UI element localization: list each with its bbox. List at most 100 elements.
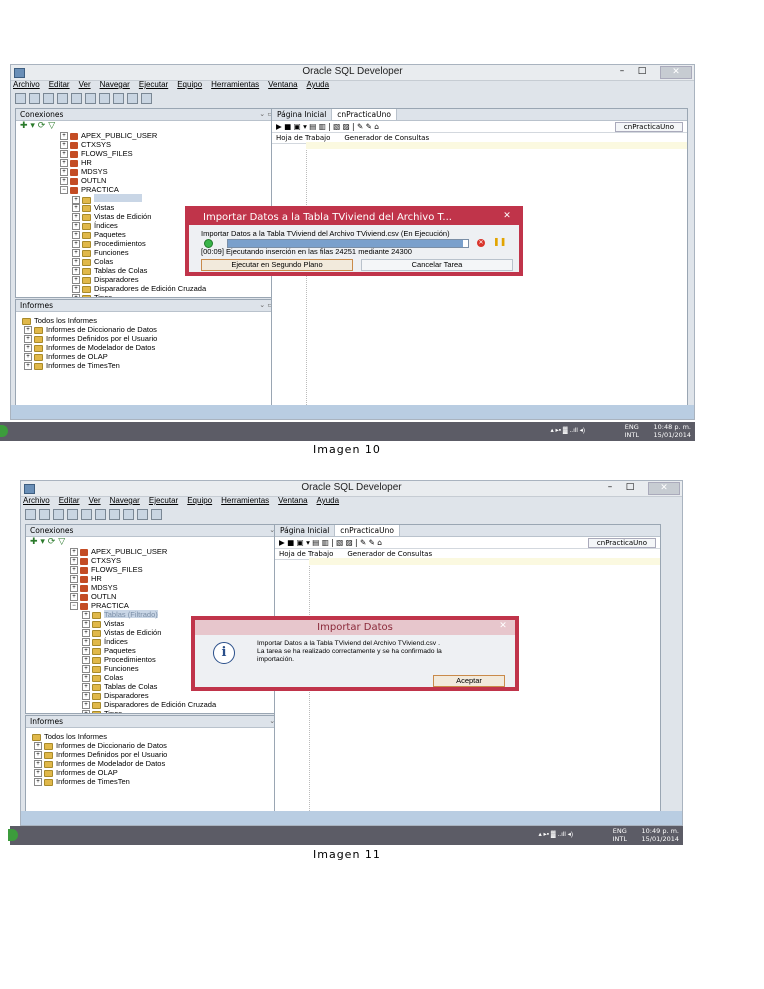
tab-connection[interactable]: cnPracticaUno (332, 109, 397, 120)
refresh-icon[interactable]: ⟳ (38, 121, 48, 131)
start-button[interactable] (0, 425, 8, 437)
expand-icon[interactable]: + (82, 611, 90, 620)
cancel-task-button[interactable]: Cancelar Tarea (361, 259, 513, 271)
tree-node[interactable]: + Disparadores de Edición Cruzada (16, 284, 278, 294)
tree-node[interactable]: + MDSYS (26, 583, 288, 593)
expand-icon[interactable]: + (72, 294, 80, 297)
tree-node[interactable]: + Informes de Modelador de Datos (26, 759, 288, 769)
expand-icon[interactable]: + (34, 769, 42, 778)
tree-node[interactable]: + Informes de TimesTen (16, 361, 278, 371)
cancel-icon[interactable]: ✕ (477, 239, 485, 247)
expand-icon[interactable]: + (72, 222, 80, 231)
tree-node[interactable]: + Informes de Diccionario de Datos (26, 741, 288, 751)
tree-node[interactable]: + Informes de Diccionario de Datos (16, 325, 278, 335)
tab-start-page[interactable]: Página Inicial (272, 109, 333, 120)
menu-item-ventana[interactable]: Ventana (278, 496, 307, 505)
tree-node[interactable]: + CTXSYS (26, 556, 288, 566)
expand-icon[interactable]: + (82, 692, 90, 701)
expand-icon[interactable]: + (70, 593, 78, 602)
tree-node[interactable]: + FLOWS_FILES (26, 565, 288, 575)
tree-node[interactable]: + Disparadores de Edición Cruzada (26, 700, 288, 710)
redo-icon[interactable] (85, 92, 96, 104)
minimize-button[interactable]: – (602, 482, 618, 493)
save-icon[interactable] (53, 508, 64, 520)
tab-connection[interactable]: cnPracticaUno (335, 525, 400, 536)
expand-icon[interactable]: + (82, 629, 90, 638)
expand-icon[interactable]: + (82, 710, 90, 713)
expand-icon[interactable]: + (82, 683, 90, 692)
expand-icon[interactable]: + (72, 267, 80, 276)
maximize-button[interactable]: □ (634, 66, 650, 77)
menu-item-ejecutar[interactable]: Ejecutar (149, 496, 178, 505)
tree-node[interactable]: + CTXSYS (16, 140, 278, 150)
subtab-query-builder[interactable]: Generador de Consultas (347, 550, 432, 558)
tree-node[interactable]: Todos los Informes (26, 732, 288, 741)
connection-selector[interactable]: cnPracticaUno (614, 122, 683, 132)
expand-icon[interactable]: + (70, 566, 78, 575)
expand-icon[interactable]: + (82, 647, 90, 656)
menu-item-navegar[interactable]: Navegar (110, 496, 140, 505)
back-icon[interactable] (109, 508, 120, 520)
save-all-icon[interactable] (57, 92, 68, 104)
expand-icon[interactable]: + (72, 249, 80, 258)
tree-node[interactable]: + (16, 194, 278, 205)
tree-node[interactable]: + Informes de TimesTen (26, 777, 288, 787)
expand-icon[interactable]: + (72, 276, 80, 285)
forward-icon[interactable] (113, 92, 124, 104)
minimize-button[interactable]: – (614, 66, 630, 77)
save-icon[interactable] (43, 92, 54, 104)
subtab-query-builder[interactable]: Generador de Consultas (344, 134, 429, 142)
expand-icon[interactable]: + (60, 150, 68, 159)
language-indicator[interactable]: ENG INTL (613, 827, 627, 843)
expand-icon[interactable]: + (72, 231, 80, 240)
close-button[interactable]: ✕ (660, 66, 692, 79)
expand-icon[interactable]: + (82, 674, 90, 683)
debug-icon[interactable] (141, 92, 152, 104)
expand-icon[interactable]: + (24, 353, 32, 362)
expand-icon[interactable]: + (24, 344, 32, 353)
tree-node[interactable]: + Informes de OLAP (26, 768, 288, 778)
menu-item-ejecutar[interactable]: Ejecutar (139, 80, 168, 89)
expand-icon[interactable]: + (82, 620, 90, 629)
menu-item-equipo[interactable]: Equipo (177, 80, 202, 89)
subtab-worksheet[interactable]: Hoja de Trabajo (279, 550, 333, 558)
expand-icon[interactable]: + (60, 177, 68, 186)
expand-icon[interactable]: + (24, 326, 32, 335)
expand-icon[interactable]: + (70, 548, 78, 557)
clock[interactable]: 10:48 p. m. 15/01/2014 (654, 423, 691, 439)
maximize-button[interactable]: □ (622, 482, 638, 493)
new-icon[interactable] (15, 92, 26, 104)
add-connection-icon[interactable]: ✚ ▾ (20, 121, 38, 131)
connection-selector[interactable]: cnPracticaUno (587, 538, 656, 548)
open-icon[interactable] (39, 508, 50, 520)
undo-icon[interactable] (81, 508, 92, 520)
expand-icon[interactable]: + (60, 141, 68, 150)
menu-item-herramientas[interactable]: Herramientas (221, 496, 269, 505)
run-icon[interactable]: ▶ ■ ▣ ▾ ▤ ▥ | ▧ ▨ | ✎ ✎ ⌂ (276, 122, 379, 131)
menu-item-ayuda[interactable]: Ayuda (307, 80, 330, 89)
language-indicator[interactable]: ENG INTL (625, 423, 639, 439)
subtab-worksheet[interactable]: Hoja de Trabajo (276, 134, 330, 142)
expand-icon[interactable]: + (34, 751, 42, 760)
ok-button[interactable]: Aceptar (433, 675, 505, 687)
tree-node[interactable]: + Tipos (16, 293, 278, 297)
back-icon[interactable] (99, 92, 110, 104)
start-button[interactable] (8, 829, 18, 841)
expand-icon[interactable]: + (82, 665, 90, 674)
tree-node[interactable]: + Disparadores (26, 691, 288, 701)
expand-icon[interactable]: + (24, 335, 32, 344)
tree-node[interactable]: + Informes de OLAP (16, 352, 278, 362)
menu-item-equipo[interactable]: Equipo (187, 496, 212, 505)
menu-item-ventana[interactable]: Ventana (268, 80, 297, 89)
expand-icon[interactable]: + (60, 132, 68, 141)
clock[interactable]: 10:49 p. m. 15/01/2014 (642, 827, 679, 843)
expand-icon[interactable]: + (72, 285, 80, 294)
tree-node[interactable]: + Disparadores (16, 275, 278, 285)
debug-icon[interactable] (151, 508, 162, 520)
save-all-icon[interactable] (67, 508, 78, 520)
menu-item-archivo[interactable]: Archivo (13, 80, 40, 89)
menu-item-navegar[interactable]: Navegar (100, 80, 130, 89)
menu-item-ver[interactable]: Ver (79, 80, 91, 89)
menu-item-herramientas[interactable]: Herramientas (211, 80, 259, 89)
tree-node[interactable]: + OUTLN (16, 176, 278, 186)
